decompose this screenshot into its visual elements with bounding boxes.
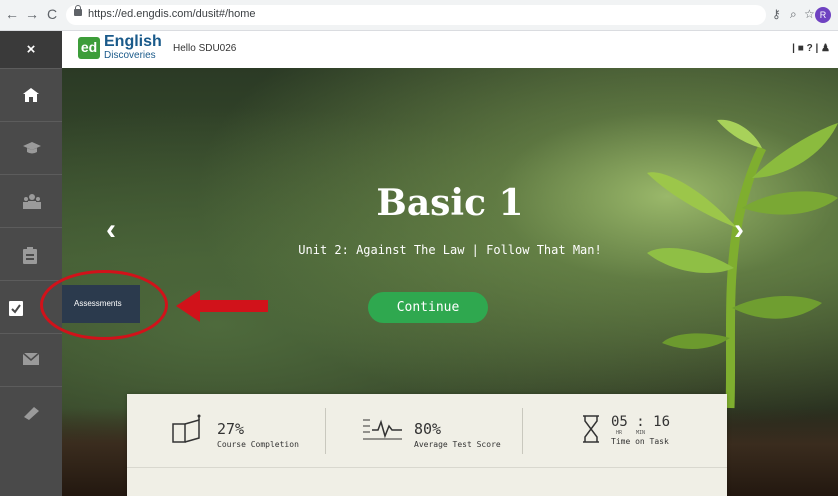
close-menu-button[interactable]: × [0, 31, 62, 68]
mail-icon [22, 352, 40, 365]
progress-stats-panel: 27% Course Completion 80% Average Test S… [127, 394, 727, 496]
back-button[interactable]: ← [4, 6, 20, 22]
logo-subtitle: Discoveries [104, 50, 156, 61]
zoom-icon[interactable]: ⌕ [790, 7, 797, 22]
sidebar-item-community[interactable] [0, 174, 62, 228]
annotation-arrow [176, 290, 268, 322]
key-icon[interactable]: ⚷ [772, 7, 781, 21]
assessment-check-icon [9, 301, 23, 316]
star-icon[interactable]: ☆ [804, 7, 815, 21]
clipboard-icon [23, 247, 37, 264]
pulse-chart-icon [363, 419, 402, 440]
sidebar-item-clipboard[interactable] [0, 227, 62, 281]
sidebar-item-home[interactable] [0, 68, 62, 122]
stats-row: 27% Course Completion 80% Average Test S… [127, 394, 727, 468]
time-value: 05 : 16 [611, 414, 671, 430]
time-label: Time on Task [611, 437, 669, 446]
test-score-label: Average Test Score [414, 440, 501, 449]
forward-button[interactable]: → [24, 6, 40, 22]
community-icon [23, 194, 41, 209]
flag-icon [172, 414, 201, 443]
hourglass-icon [583, 415, 599, 443]
lock-icon [74, 5, 82, 16]
time-on-task-stat: 05 : 16 HR MIN Time on Task [523, 394, 727, 467]
unit-subtitle: Unit 2: Against The Law | Follow That Ma… [298, 243, 602, 257]
reload-button[interactable]: C [44, 6, 60, 22]
header-utility-icons[interactable]: | ■ ? | ♟ [792, 43, 830, 54]
app-header: ed English Discoveries Hello SDU026 | ■ … [62, 31, 838, 69]
annotation-circle [40, 270, 168, 340]
logo-title: English [104, 33, 162, 50]
course-completion-stat: 27% Course Completion [127, 394, 325, 467]
browser-toolbar: ← → C https://ed.engdis.com/dusit#/home … [0, 0, 838, 31]
sidebar-item-messages[interactable] [0, 333, 62, 387]
time-unit-min: MIN [636, 430, 646, 436]
continue-button[interactable]: Continue [368, 292, 488, 323]
logo-mark: ed [78, 37, 100, 59]
test-score-value: 80% [414, 420, 442, 438]
course-title: Basic 1 [376, 182, 524, 224]
test-score-stat: 80% Average Test Score [326, 394, 522, 467]
time-unit-hr: HR [616, 430, 623, 436]
graduation-cap-icon [23, 142, 41, 154]
completion-label: Course Completion [217, 440, 299, 449]
book-icon [24, 407, 39, 420]
greeting-text: Hello SDU026 [173, 43, 237, 54]
home-icon [23, 88, 39, 102]
sidebar-item-library[interactable] [0, 386, 62, 440]
address-bar[interactable]: https://ed.engdis.com/dusit#/home [66, 5, 766, 25]
profile-avatar[interactable]: R [815, 7, 831, 23]
sidebar-item-courses[interactable] [0, 121, 62, 175]
url-text: https://ed.engdis.com/dusit#/home [88, 8, 256, 20]
completion-value: 27% [217, 420, 245, 438]
sidebar: × [0, 31, 62, 496]
